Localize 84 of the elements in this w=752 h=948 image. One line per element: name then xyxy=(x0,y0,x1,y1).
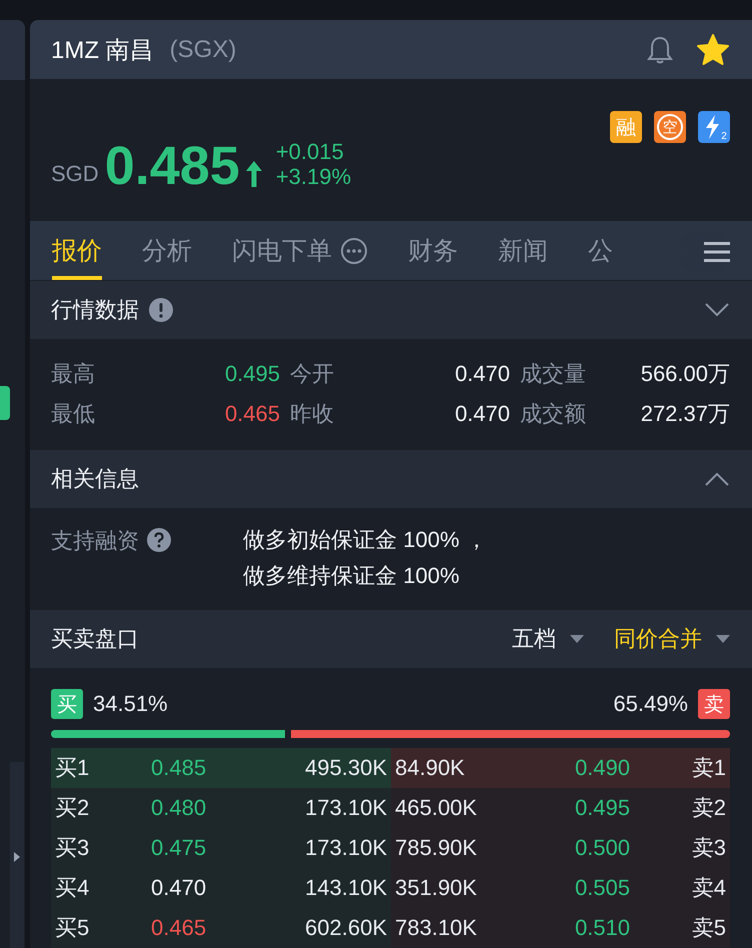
ask-label: 卖1 xyxy=(690,754,726,782)
expand-icon xyxy=(13,851,21,863)
section-title: 行情数据 xyxy=(51,296,139,324)
exchange-label: (SGX) xyxy=(170,36,236,64)
bid-volume: 173.10K xyxy=(304,835,387,861)
stat-value: 272.37万 xyxy=(640,400,730,428)
section-title: 买卖盘口 xyxy=(51,624,139,653)
ask-volume: 351.90K xyxy=(395,875,478,901)
tab[interactable]: 新闻 xyxy=(498,221,548,280)
tab[interactable]: 公 xyxy=(588,221,613,280)
ask-price: 0.510 xyxy=(574,915,630,941)
ask-volume: 783.10K xyxy=(395,915,478,941)
price-change: +0.015 xyxy=(276,139,345,164)
caret-icon xyxy=(716,634,730,643)
info-text: 做多维持保证金 100% xyxy=(243,562,460,590)
bid-label: 买4 xyxy=(55,874,90,902)
ask-price: 0.505 xyxy=(574,875,630,901)
bid-price: 0.465 xyxy=(151,915,208,941)
bid-volume: 495.30K xyxy=(304,755,387,781)
ask-price: 0.490 xyxy=(574,755,630,781)
stat-value: 0.470 xyxy=(454,361,510,388)
ask-label: 卖3 xyxy=(690,834,726,862)
stock-title: 1MZ 南昌 xyxy=(51,36,154,66)
sell-badge: 卖 xyxy=(698,689,730,719)
bid-label: 买3 xyxy=(55,834,90,862)
stat-label: 成交额 xyxy=(519,400,587,428)
bid-price: 0.485 xyxy=(151,755,208,781)
bid-volume: 143.10K xyxy=(304,875,387,901)
tab[interactable]: 分析 xyxy=(142,221,192,280)
ask-volume: 785.90K xyxy=(395,835,478,861)
buy-badge: 买 xyxy=(51,689,83,719)
stat-label: 最高 xyxy=(51,360,96,388)
dropdown[interactable]: 五档 xyxy=(512,624,584,654)
section-header[interactable]: 行情数据 xyxy=(30,280,752,340)
tab[interactable]: 闪电下单 xyxy=(232,221,368,280)
ask-volume: 84.90K xyxy=(395,755,466,781)
bid-price: 0.475 xyxy=(151,835,208,861)
bid-volume: 173.10K xyxy=(304,795,387,821)
help-icon[interactable] xyxy=(147,528,171,552)
bid-volume: 602.60K xyxy=(304,915,387,941)
stat-value: 0.465 xyxy=(224,401,280,428)
bid-label: 买2 xyxy=(55,794,90,822)
section-title: 相关信息 xyxy=(51,465,139,494)
buy-percent: 34.51% xyxy=(93,691,168,717)
ask-price: 0.495 xyxy=(574,795,630,821)
bid-label: 买5 xyxy=(55,914,90,942)
selection-marker xyxy=(0,386,10,420)
expand-handle[interactable] xyxy=(10,762,24,948)
info-icon[interactable] xyxy=(149,298,173,322)
bid-price: 0.470 xyxy=(151,875,208,901)
stat-value: 0.495 xyxy=(224,361,280,388)
section-header[interactable]: 相关信息 xyxy=(30,449,752,508)
star-icon[interactable] xyxy=(696,32,730,66)
dropdown[interactable]: 同价合并 xyxy=(614,624,730,654)
info-label: 支持融资 xyxy=(51,527,139,556)
caret-icon xyxy=(570,634,584,643)
bid-label: 买1 xyxy=(55,754,90,782)
stat-value: 0.470 xyxy=(454,401,510,428)
currency-label: SGD xyxy=(51,161,99,188)
side-panel-header xyxy=(0,20,25,80)
percent-change: +3.19% xyxy=(276,164,352,190)
stat-label: 成交量 xyxy=(519,360,587,388)
sell-percent: 65.49% xyxy=(613,691,688,717)
tab[interactable]: 财务 xyxy=(408,221,458,280)
feature-badge: 空 xyxy=(654,111,686,144)
ask-volume: 465.00K xyxy=(395,795,478,821)
bell-icon[interactable] xyxy=(646,34,674,64)
ask-label: 卖4 xyxy=(690,874,726,902)
stat-value: 566.00万 xyxy=(640,360,730,388)
price-value: 0.485 xyxy=(104,139,240,194)
chevron-down-icon[interactable] xyxy=(704,302,730,318)
chevron-up-icon[interactable] xyxy=(704,471,730,488)
feature-badge: 融 xyxy=(610,111,642,144)
lightning-icon: 2 xyxy=(698,111,730,144)
stat-label: 今开 xyxy=(289,360,335,388)
section-header[interactable]: 买卖盘口 五档 同价合并 xyxy=(30,608,752,668)
ask-price: 0.500 xyxy=(574,835,630,861)
ask-label: 卖5 xyxy=(690,914,726,942)
bid-price: 0.480 xyxy=(151,795,208,821)
ask-label: 卖2 xyxy=(690,794,726,822)
more-icon xyxy=(340,236,368,265)
stat-label: 最低 xyxy=(51,400,96,428)
stat-label: 昨收 xyxy=(289,400,335,428)
info-text: 做多初始保证金 100% ， xyxy=(243,526,488,554)
